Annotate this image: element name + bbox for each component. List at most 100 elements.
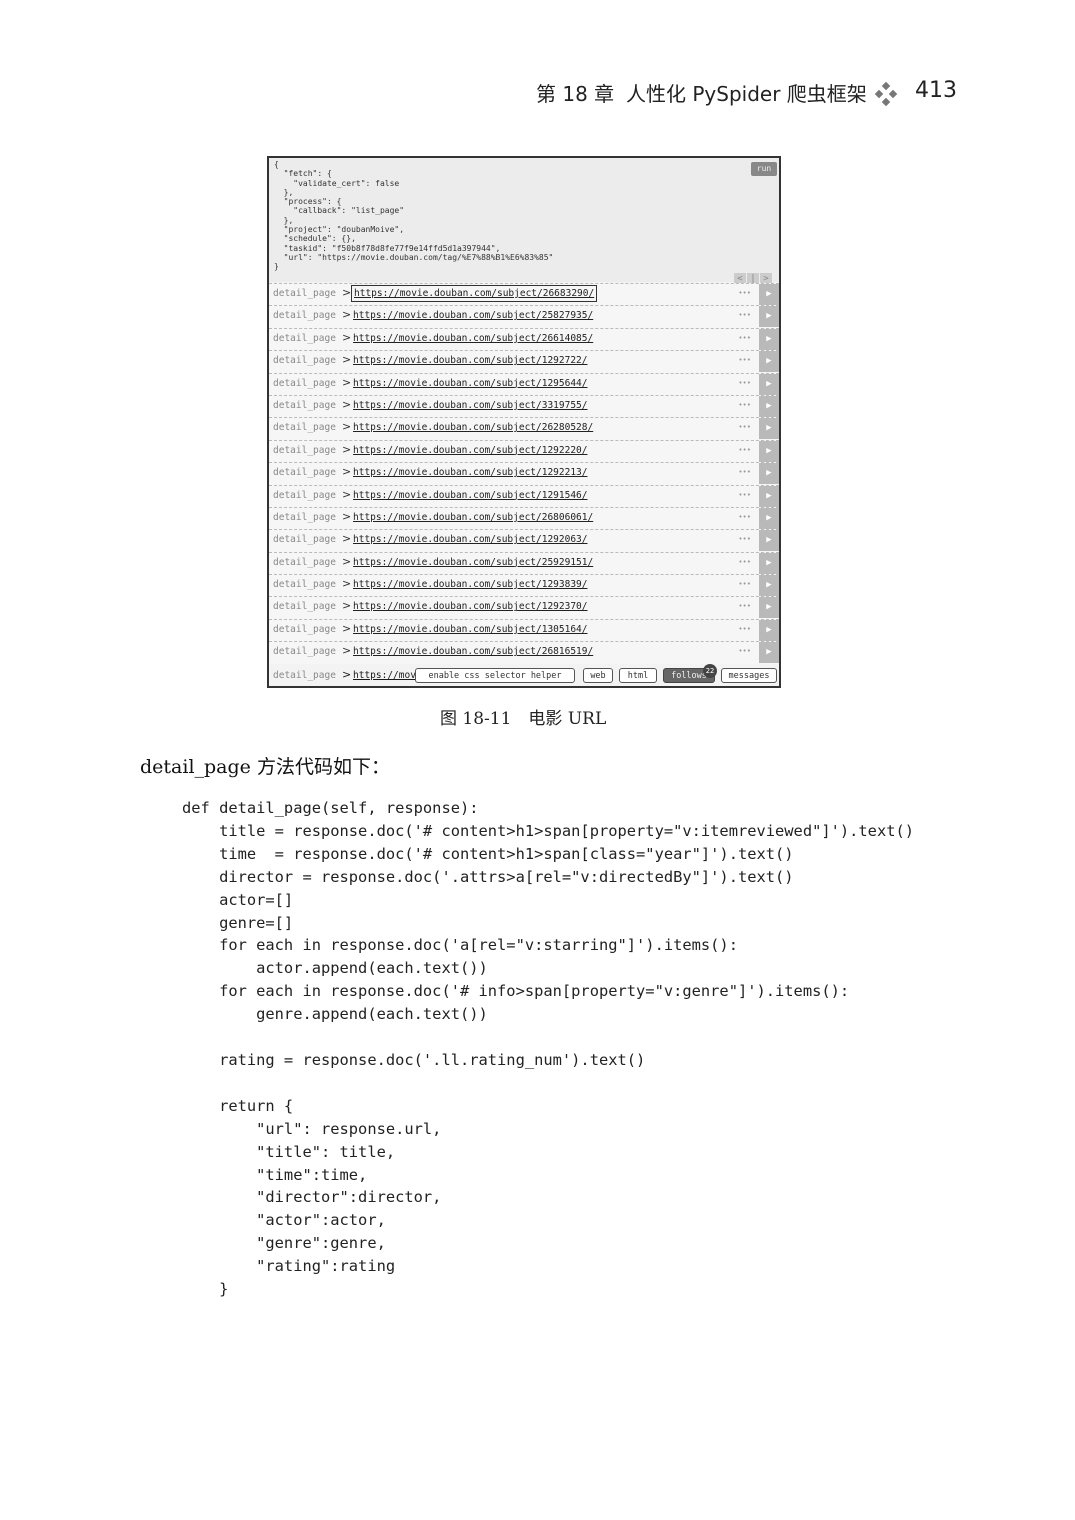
- follow-row[interactable]: detail_page > https://movie.douban.com/sub…: [269, 529, 779, 552]
- follow-row[interactable]: detail_page > https://movie.douban.com/sub…: [269, 327, 779, 351]
- play-icon[interactable]: ▶: [759, 485, 779, 507]
- row-url-link[interactable]: https://movie.douban.com/subject/1295644…: [353, 378, 588, 389]
- row-url-link[interactable]: https://movie.douban.com/subject/2681651…: [353, 646, 593, 657]
- row-arrow-icon: >: [342, 465, 352, 479]
- row-more-icon[interactable]: •••: [738, 580, 751, 588]
- play-icon[interactable]: ▶: [759, 552, 779, 574]
- follow-row[interactable]: detail_page > https://movie.douban.com/sub…: [269, 618, 779, 642]
- follow-row[interactable]: detail_page > https://movie.douban.com/sub…: [269, 394, 779, 418]
- row-more-icon[interactable]: •••: [738, 289, 751, 297]
- figure-caption: 图 18-11 电影 URL: [440, 709, 607, 729]
- play-icon[interactable]: ▶: [759, 440, 779, 462]
- row-url-partial[interactable]: https://mov: [353, 670, 416, 681]
- row-url-link[interactable]: https://movie.douban.com/subject/1293839…: [353, 579, 588, 590]
- row-url-link[interactable]: https://movie.douban.com/subject/1292722…: [353, 355, 588, 366]
- row-arrow-icon: >: [342, 668, 352, 681]
- row-more-icon[interactable]: •••: [738, 625, 751, 633]
- play-icon[interactable]: ▶: [759, 328, 779, 350]
- row-more-icon[interactable]: •••: [738, 446, 751, 454]
- follow-row[interactable]: detail_page > https://movie.douban.com/sub…: [269, 283, 779, 306]
- follow-row[interactable]: detail_page > https://movie.douban.com/sub…: [269, 462, 779, 485]
- play-icon[interactable]: ▶: [759, 373, 779, 395]
- row-arrow-icon: >: [342, 375, 352, 389]
- tab-messages[interactable]: messages: [721, 668, 777, 683]
- play-icon[interactable]: ▶: [759, 642, 779, 664]
- follows-count-badge: 22: [703, 664, 717, 678]
- run-button[interactable]: run: [751, 162, 777, 176]
- row-more-icon[interactable]: •••: [738, 401, 751, 409]
- row-url-link[interactable]: https://movie.douban.com/subject/3319755…: [353, 400, 588, 411]
- row-more-icon[interactable]: •••: [738, 379, 751, 387]
- row-url-link[interactable]: https://movie.douban.com/subject/1292220…: [353, 445, 588, 456]
- play-icon[interactable]: ▶: [759, 351, 779, 373]
- row-more-icon[interactable]: •••: [738, 491, 751, 499]
- play-icon[interactable]: ▶: [759, 507, 779, 529]
- code-block: def detail_page(self, response): title =…: [182, 799, 915, 1299]
- chapter-title: 人性化 PySpider 爬虫框架: [626, 82, 867, 106]
- play-icon[interactable]: ▶: [759, 575, 779, 597]
- row-callback-label: detail_page: [273, 422, 336, 434]
- row-url-link[interactable]: https://movie.douban.com/subject/2592915…: [353, 557, 593, 568]
- tab-web[interactable]: web: [583, 668, 613, 683]
- follow-row[interactable]: detail_page > https://movie.douban.com/sub…: [269, 417, 779, 440]
- play-icon[interactable]: ▶: [759, 597, 779, 619]
- play-icon[interactable]: ▶: [759, 418, 779, 440]
- row-arrow-icon: >: [342, 353, 352, 367]
- row-more-icon[interactable]: •••: [738, 513, 751, 521]
- row-more-icon[interactable]: •••: [738, 423, 751, 431]
- play-icon[interactable]: ▶: [759, 284, 779, 305]
- row-more-icon[interactable]: •••: [738, 468, 751, 476]
- row-url-link[interactable]: https://movie.douban.com/subject/1292063…: [353, 534, 588, 545]
- row-more-icon[interactable]: •••: [738, 535, 751, 543]
- row-callback-label: detail_page: [273, 670, 336, 681]
- row-callback-label: detail_page: [273, 444, 336, 456]
- row-more-icon[interactable]: •••: [738, 334, 751, 342]
- follow-row[interactable]: detail_page > https://movie.douban.com/sub…: [269, 484, 779, 507]
- row-callback-label: detail_page: [273, 377, 336, 389]
- follow-row[interactable]: detail_page > https://movie.douban.com/sub…: [269, 641, 779, 664]
- row-callback-label: detail_page: [273, 399, 336, 411]
- follow-row[interactable]: detail_page > https://movie.douban.com/sub…: [269, 305, 779, 328]
- row-more-icon[interactable]: •••: [738, 558, 751, 566]
- row-arrow-icon: >: [342, 487, 352, 501]
- row-url-link[interactable]: https://movie.douban.com/subject/2582793…: [353, 310, 593, 321]
- row-arrow-icon: >: [342, 577, 352, 591]
- follow-row[interactable]: detail_page > https://movie.douban.com/sub…: [269, 574, 779, 597]
- row-more-icon[interactable]: •••: [738, 311, 751, 319]
- follow-row[interactable]: detail_page > https://movie.douban.com/sub…: [269, 372, 779, 395]
- row-arrow-icon: >: [342, 554, 352, 568]
- row-callback-label: detail_page: [273, 534, 336, 546]
- play-icon[interactable]: ▶: [759, 530, 779, 552]
- row-more-icon[interactable]: •••: [738, 602, 751, 610]
- row-arrow-icon: >: [342, 532, 352, 546]
- row-arrow-icon: >: [342, 442, 352, 456]
- row-url-link[interactable]: https://movie.douban.com/subject/1292213…: [353, 467, 588, 478]
- follow-row[interactable]: detail_page > https://movie.douban.com/sub…: [269, 506, 779, 530]
- row-url-link[interactable]: https://movie.douban.com/subject/2661408…: [353, 333, 593, 344]
- css-selector-helper-button[interactable]: enable css selector helper: [415, 668, 575, 683]
- row-callback-label: detail_page: [273, 646, 336, 658]
- follow-row[interactable]: detail_page > https://movie.douban.com/sub…: [269, 439, 779, 463]
- row-url-link[interactable]: https://movie.douban.com/subject/2668329…: [351, 285, 598, 302]
- row-arrow-icon: >: [342, 509, 352, 523]
- pyspider-screenshot: { "fetch": { "validate_cert": false }, "…: [267, 156, 781, 688]
- row-arrow-icon: >: [342, 599, 352, 613]
- row-arrow-icon: >: [342, 644, 352, 658]
- row-url-link[interactable]: https://movie.douban.com/subject/2628052…: [353, 422, 593, 433]
- follow-row[interactable]: detail_page > https://movie.douban.com/sub…: [269, 596, 779, 619]
- play-icon[interactable]: ▶: [759, 306, 779, 328]
- play-icon[interactable]: ▶: [759, 619, 779, 641]
- row-more-icon[interactable]: •••: [738, 356, 751, 364]
- row-url-link[interactable]: https://movie.douban.com/subject/1291546…: [353, 490, 588, 501]
- row-callback-label: detail_page: [273, 332, 336, 344]
- diamond-ornament-icon: [874, 82, 898, 106]
- play-icon[interactable]: ▶: [759, 463, 779, 485]
- row-url-link[interactable]: https://movie.douban.com/subject/1292370…: [353, 601, 588, 612]
- follow-row[interactable]: detail_page > https://movie.douban.com/sub…: [269, 350, 779, 373]
- row-url-link[interactable]: https://movie.douban.com/subject/1305164…: [353, 624, 588, 635]
- tab-html[interactable]: html: [619, 668, 657, 683]
- play-icon[interactable]: ▶: [759, 395, 779, 417]
- follow-row[interactable]: detail_page > https://movie.douban.com/sub…: [269, 551, 779, 575]
- row-more-icon[interactable]: •••: [738, 647, 751, 655]
- row-url-link[interactable]: https://movie.douban.com/subject/2680606…: [353, 512, 593, 523]
